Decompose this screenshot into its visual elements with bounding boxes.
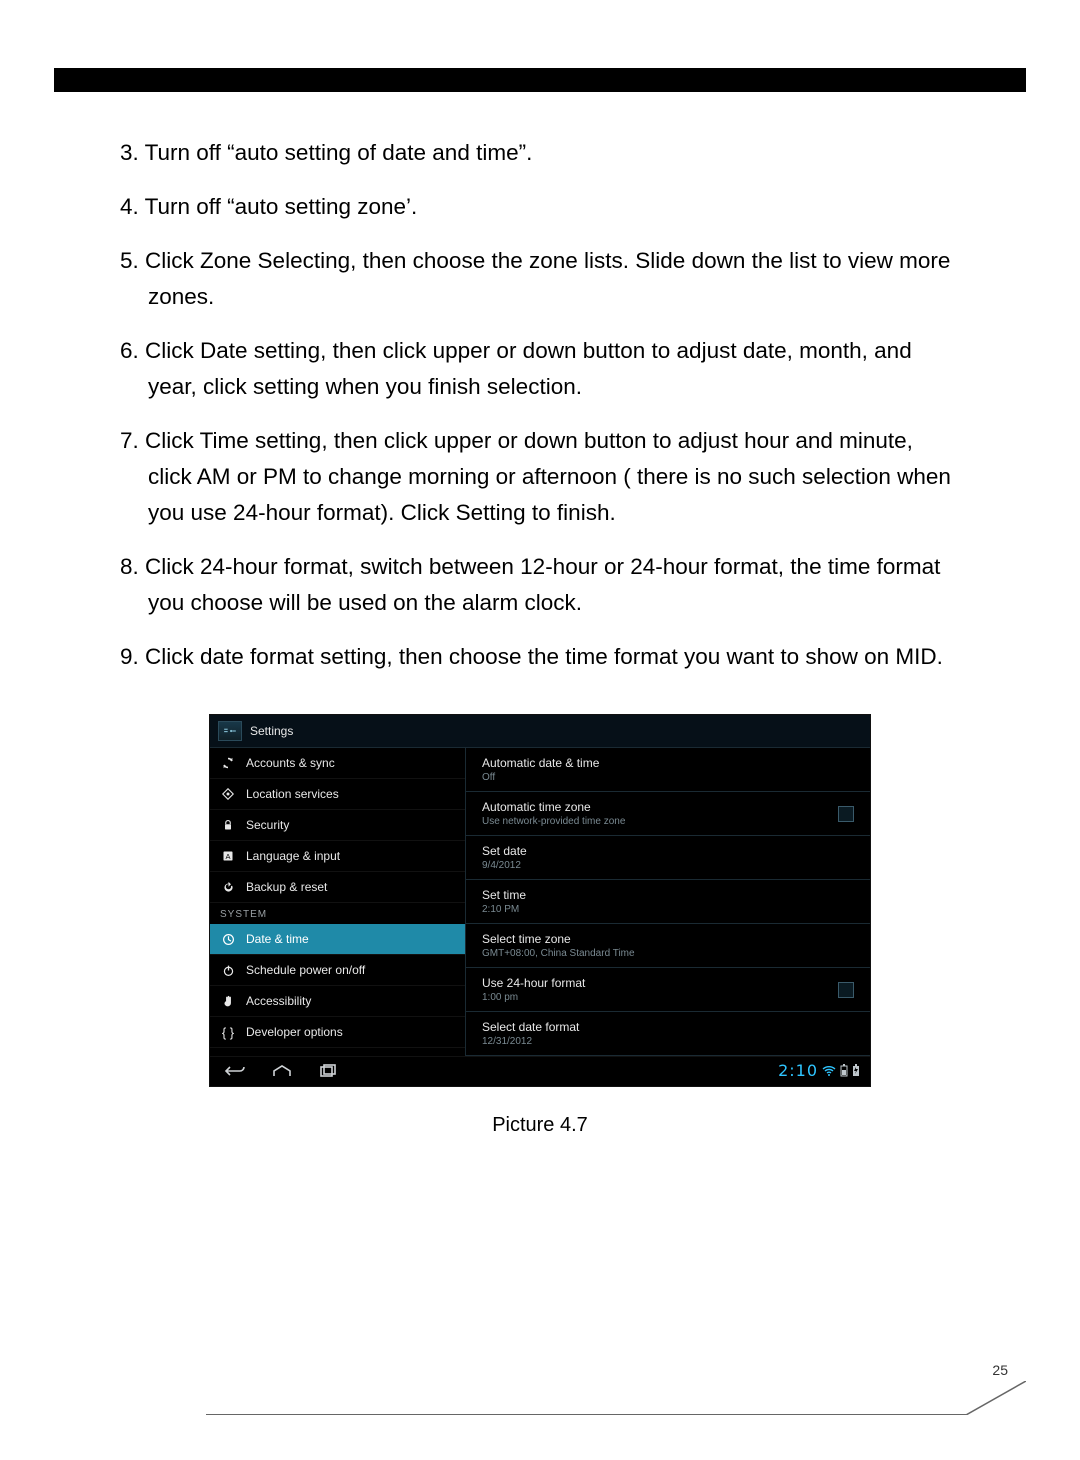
instruction-7: 7. Click Time setting, then click upper … — [120, 423, 960, 531]
sidebar-item-location[interactable]: Location services — [210, 779, 465, 810]
sidebar-item-date-time[interactable]: Date & time — [210, 924, 465, 955]
sidebar-item-label: Language & input — [246, 849, 340, 863]
sidebar-item-security[interactable]: Security — [210, 810, 465, 841]
recent-apps-icon[interactable] — [318, 1064, 338, 1078]
navbar-time: 2:10 — [778, 1061, 818, 1080]
row-auto-date-time[interactable]: Automatic date & time Off — [466, 748, 870, 792]
row-select-time-zone[interactable]: Select time zone GMT+08:00, China Standa… — [466, 924, 870, 968]
power-icon — [220, 962, 236, 978]
sidebar-item-label: Accessibility — [246, 994, 311, 1008]
sidebar-item-label: Date & time — [246, 932, 309, 946]
sidebar-section-system: SYSTEM — [210, 903, 465, 924]
sidebar-item-label: Location services — [246, 787, 339, 801]
braces-icon: { } — [220, 1024, 236, 1040]
sidebar-item-label: Accounts & sync — [246, 756, 335, 770]
sidebar-item-schedule-power[interactable]: Schedule power on/off — [210, 955, 465, 986]
instruction-6: 6. Click Date setting, then click upper … — [120, 333, 960, 405]
row-set-date[interactable]: Set date 9/4/2012 — [466, 836, 870, 880]
sidebar-item-label: Security — [246, 818, 289, 832]
screenshot-title: Settings — [250, 724, 293, 738]
sidebar-item-backup[interactable]: Backup & reset — [210, 872, 465, 903]
navbar-buttons — [224, 1064, 338, 1078]
checkbox-icon[interactable] — [838, 806, 854, 822]
figure-caption: Picture 4.7 — [120, 1114, 960, 1137]
svg-text:A: A — [225, 852, 230, 861]
row-24-hour-format[interactable]: Use 24-hour format 1:00 pm — [466, 968, 870, 1012]
instruction-9: 9. Click date format setting, then choos… — [120, 639, 960, 675]
location-icon — [220, 786, 236, 802]
row-set-time[interactable]: Set time 2:10 PM — [466, 880, 870, 924]
instruction-4: 4. Turn off “auto setting zone’. — [120, 189, 960, 225]
navbar-status: 2:10 — [778, 1061, 860, 1080]
content-area: 3. Turn off “auto setting of date and ti… — [120, 135, 960, 1137]
row-auto-time-zone[interactable]: Automatic time zone Use network-provided… — [466, 792, 870, 836]
sidebar-item-developer[interactable]: { } Developer options — [210, 1017, 465, 1048]
footer-decoration — [966, 1380, 1026, 1420]
instruction-8: 8. Click 24-hour format, switch between … — [120, 549, 960, 621]
sidebar-item-language[interactable]: A Language & input — [210, 841, 465, 872]
screenshot-header: Settings — [210, 715, 870, 748]
checkbox-icon[interactable] — [838, 982, 854, 998]
backup-icon — [220, 879, 236, 895]
wifi-icon — [822, 1065, 836, 1077]
row-select-date-format[interactable]: Select date format 12/31/2012 — [466, 1012, 870, 1056]
android-settings-screenshot: Settings Accounts & sync Location se — [210, 715, 870, 1086]
sidebar-item-accounts-sync[interactable]: Accounts & sync — [210, 748, 465, 779]
sidebar-item-accessibility[interactable]: Accessibility — [210, 986, 465, 1017]
settings-sidebar: Accounts & sync Location services Securi… — [210, 748, 466, 1056]
sync-icon — [220, 755, 236, 771]
sidebar-item-label: Backup & reset — [246, 880, 327, 894]
screenshot-body: Accounts & sync Location services Securi… — [210, 748, 870, 1056]
home-icon[interactable] — [272, 1064, 292, 1078]
battery-icon — [840, 1064, 848, 1077]
hand-icon — [220, 993, 236, 1009]
document-page: 3. Turn off “auto setting of date and ti… — [0, 0, 1080, 1460]
instruction-3: 3. Turn off “auto setting of date and ti… — [120, 135, 960, 171]
charging-icon — [852, 1064, 860, 1077]
clock-icon — [220, 931, 236, 947]
sidebar-item-label: Developer options — [246, 1025, 343, 1039]
settings-app-icon — [218, 721, 242, 741]
lock-icon — [220, 817, 236, 833]
android-navbar: 2:10 — [210, 1056, 870, 1086]
sidebar-item-label: Schedule power on/off — [246, 963, 365, 977]
settings-detail-pane: Automatic date & time Off Automatic time… — [466, 748, 870, 1056]
language-icon: A — [220, 848, 236, 864]
top-black-band — [54, 68, 1026, 92]
instruction-5: 5. Click Zone Selecting, then choose the… — [120, 243, 960, 315]
back-icon[interactable] — [224, 1064, 246, 1078]
page-number: 25 — [992, 1362, 1008, 1378]
